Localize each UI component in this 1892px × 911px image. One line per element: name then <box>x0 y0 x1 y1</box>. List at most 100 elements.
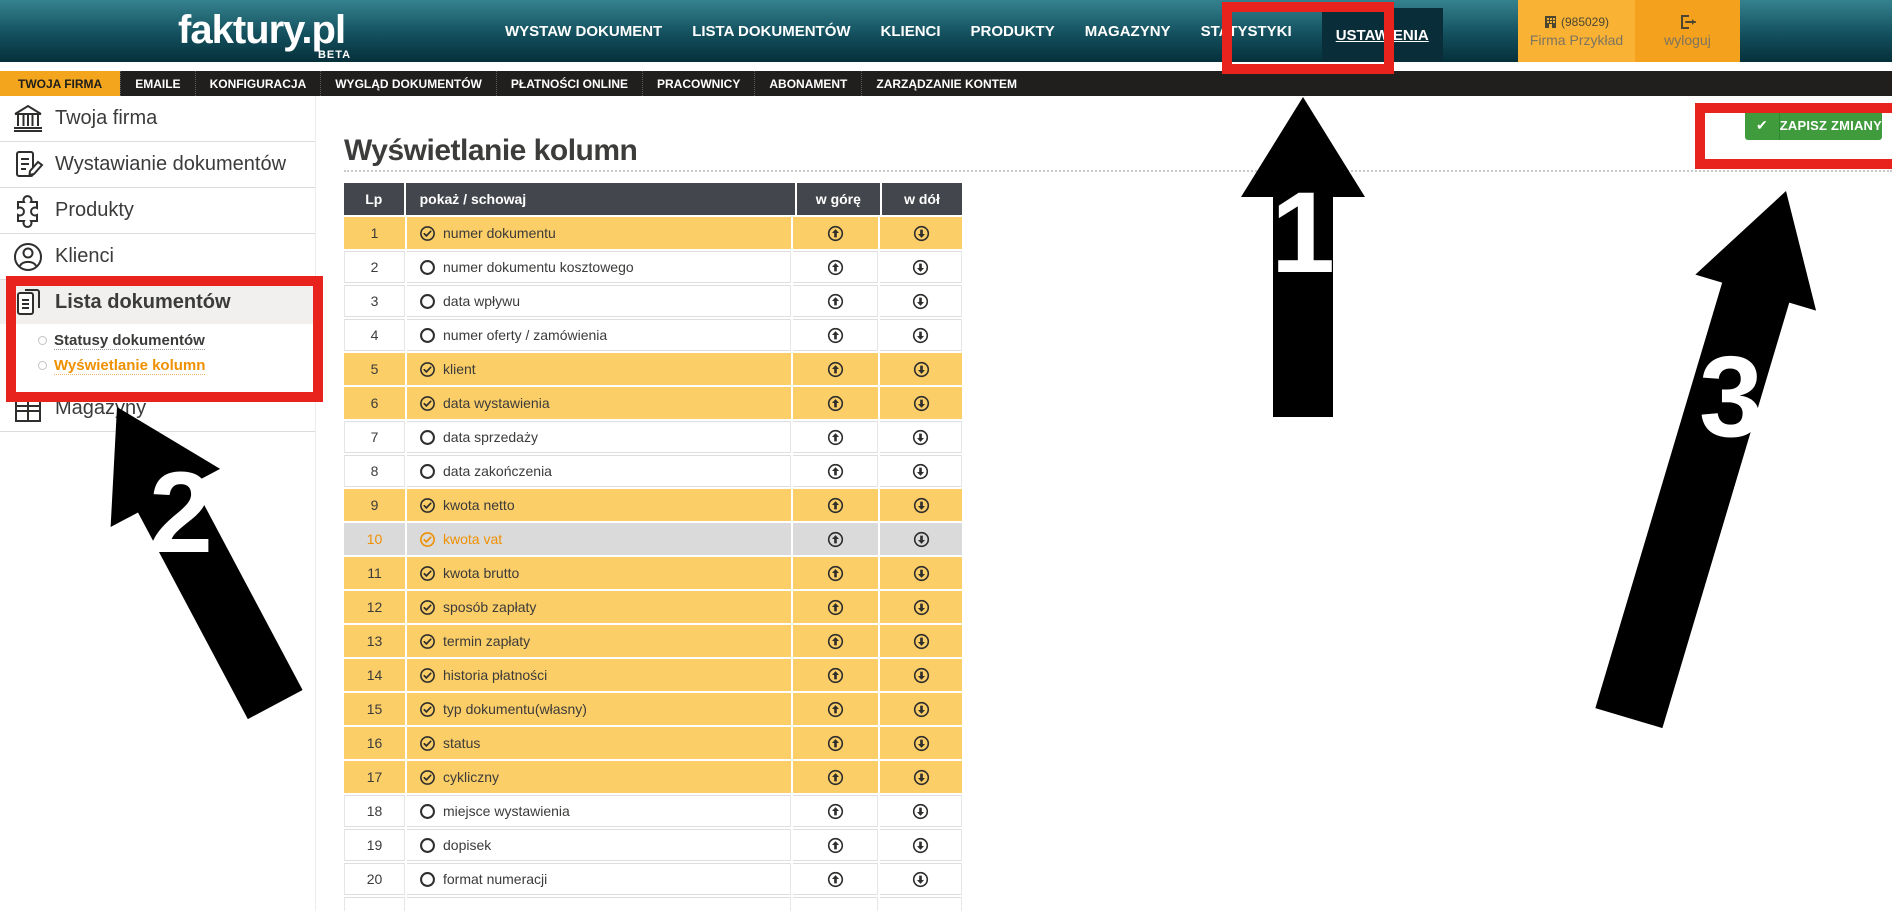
move-down-cell[interactable] <box>880 897 962 911</box>
move-up-cell[interactable] <box>793 863 878 895</box>
move-up-cell[interactable] <box>793 353 878 385</box>
arrow-up-circle-icon[interactable] <box>827 633 844 650</box>
arrow-up-circle-icon[interactable] <box>827 837 844 854</box>
arrow-down-circle-icon[interactable] <box>912 429 929 446</box>
company-account-button[interactable]: (985029) Firma Przykład <box>1518 0 1635 62</box>
arrow-down-circle-icon[interactable] <box>913 633 930 650</box>
move-down-cell[interactable] <box>880 217 962 249</box>
move-up-cell[interactable] <box>793 217 878 249</box>
topnav-item-lista-dokumentów[interactable]: LISTA DOKUMENTÓW <box>692 23 850 40</box>
move-up-cell[interactable] <box>793 693 878 725</box>
arrow-up-circle-icon[interactable] <box>827 871 844 888</box>
arrow-up-circle-icon[interactable] <box>827 599 844 616</box>
sidebar-item-magazyny[interactable]: Magazyny <box>0 386 315 432</box>
column-toggle-cell[interactable]: typ dokumentu(własny) <box>407 693 791 725</box>
arrow-up-circle-icon[interactable] <box>827 667 844 684</box>
move-down-cell[interactable] <box>880 489 962 521</box>
sidebar-item-produkty[interactable]: Produkty <box>0 188 315 234</box>
arrow-down-circle-icon[interactable] <box>912 327 929 344</box>
move-up-cell[interactable] <box>793 897 878 911</box>
move-up-cell[interactable] <box>793 557 878 589</box>
arrow-down-circle-icon[interactable] <box>913 667 930 684</box>
topnav-item-klienci[interactable]: KLIENCI <box>881 23 941 40</box>
arrow-up-circle-icon[interactable] <box>827 259 844 276</box>
column-toggle-cell[interactable]: kwota brutto <box>407 557 791 589</box>
sidebar-item-lista-dokumentów[interactable]: Lista dokumentów <box>0 280 315 324</box>
topnav-item-statystyki[interactable]: STATYSTYKI <box>1201 23 1292 40</box>
column-toggle-cell[interactable]: termin zapłaty <box>407 625 791 657</box>
column-toggle-cell[interactable]: data wystawienia <box>407 387 791 419</box>
move-down-cell[interactable] <box>880 523 962 555</box>
column-toggle-cell[interactable]: numer dokumentu kosztowego <box>407 251 791 283</box>
arrow-down-circle-icon[interactable] <box>913 225 930 242</box>
column-toggle-cell[interactable]: kwota netto <box>407 489 791 521</box>
column-toggle-cell[interactable]: format numeracji <box>407 863 791 895</box>
column-toggle-cell[interactable]: data sprzedaży <box>407 421 791 453</box>
arrow-up-circle-icon[interactable] <box>827 701 844 718</box>
arrow-up-circle-icon[interactable] <box>827 463 844 480</box>
arrow-down-circle-icon[interactable] <box>913 565 930 582</box>
arrow-down-circle-icon[interactable] <box>912 293 929 310</box>
move-down-cell[interactable] <box>880 421 962 453</box>
subnav-item-pracownicy[interactable]: PRACOWNICY <box>642 71 754 96</box>
subnav-item-abonament[interactable]: ABONAMENT <box>754 71 861 96</box>
save-changes-button[interactable]: ✔ ZAPISZ ZMIANY <box>1745 110 1882 140</box>
column-toggle-cell[interactable]: numer oferty / zamówienia <box>407 319 791 351</box>
subnav-item-twoja-firma[interactable]: TWOJA FIRMA <box>0 71 120 96</box>
arrow-down-circle-icon[interactable] <box>913 735 930 752</box>
column-toggle-cell[interactable]: historia płatności <box>407 659 791 691</box>
move-up-cell[interactable] <box>793 659 878 691</box>
arrow-down-circle-icon[interactable] <box>913 395 930 412</box>
move-down-cell[interactable] <box>880 387 962 419</box>
subnav-item-emaile[interactable]: EMAILE <box>120 71 194 96</box>
logo[interactable]: faktury.pl BETA <box>178 8 345 53</box>
arrow-down-circle-icon[interactable] <box>913 531 930 548</box>
column-toggle-cell[interactable] <box>407 897 791 911</box>
column-toggle-cell[interactable]: data zakończenia <box>407 455 791 487</box>
move-up-cell[interactable] <box>793 319 878 351</box>
move-up-cell[interactable] <box>793 727 878 759</box>
arrow-up-circle-icon[interactable] <box>827 293 844 310</box>
subnav-item-wygląd-dokumentów[interactable]: WYGLĄD DOKUMENTÓW <box>320 71 496 96</box>
move-up-cell[interactable] <box>793 591 878 623</box>
arrow-up-circle-icon[interactable] <box>827 429 844 446</box>
move-down-cell[interactable] <box>880 557 962 589</box>
move-down-cell[interactable] <box>880 795 962 827</box>
move-up-cell[interactable] <box>793 285 878 317</box>
column-toggle-cell[interactable]: dopisek <box>407 829 791 861</box>
arrow-up-circle-icon[interactable] <box>827 497 844 514</box>
column-toggle-cell[interactable]: sposób zapłaty <box>407 591 791 623</box>
arrow-down-circle-icon[interactable] <box>913 361 930 378</box>
sidebar-item-wystawianie-dokumentów[interactable]: Wystawianie dokumentów <box>0 142 315 188</box>
column-toggle-cell[interactable]: status <box>407 727 791 759</box>
move-down-cell[interactable] <box>880 659 962 691</box>
arrow-down-circle-icon[interactable] <box>913 769 930 786</box>
arrow-down-circle-icon[interactable] <box>913 599 930 616</box>
subnav-item-konfiguracja[interactable]: KONFIGURACJA <box>195 71 321 96</box>
move-up-cell[interactable] <box>793 421 878 453</box>
column-toggle-cell[interactable]: cykliczny <box>407 761 791 793</box>
arrow-up-circle-icon[interactable] <box>827 395 844 412</box>
arrow-down-circle-icon[interactable] <box>913 497 930 514</box>
arrow-down-circle-icon[interactable] <box>912 803 929 820</box>
column-toggle-cell[interactable]: kwota vat <box>407 523 791 555</box>
arrow-down-circle-icon[interactable] <box>913 701 930 718</box>
move-down-cell[interactable] <box>880 591 962 623</box>
sidebar-item-twoja-firma[interactable]: Twoja firma <box>0 96 315 142</box>
move-down-cell[interactable] <box>880 761 962 793</box>
arrow-up-circle-icon[interactable] <box>827 565 844 582</box>
move-down-cell[interactable] <box>880 455 962 487</box>
arrow-up-circle-icon[interactable] <box>827 531 844 548</box>
column-toggle-cell[interactable]: numer dokumentu <box>407 217 791 249</box>
move-down-cell[interactable] <box>880 863 962 895</box>
move-down-cell[interactable] <box>880 251 962 283</box>
subnav-item-zarządzanie-kontem[interactable]: ZARZĄDZANIE KONTEM <box>861 71 1031 96</box>
move-down-cell[interactable] <box>880 693 962 725</box>
column-toggle-cell[interactable]: miejsce wystawienia <box>407 795 791 827</box>
move-up-cell[interactable] <box>793 251 878 283</box>
topnav-item-ustawienia[interactable]: USTAWIENIA <box>1322 8 1443 62</box>
move-down-cell[interactable] <box>880 285 962 317</box>
arrow-down-circle-icon[interactable] <box>912 871 929 888</box>
arrow-up-circle-icon[interactable] <box>827 769 844 786</box>
move-up-cell[interactable] <box>793 795 878 827</box>
